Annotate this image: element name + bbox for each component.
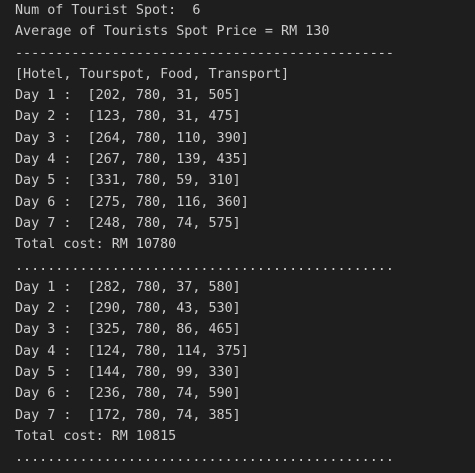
- tourist-spot-count: Num of Tourist Spot: 6: [15, 3, 201, 18]
- plan2-day-row: Day 2 : [290, 780, 43, 530]: [15, 301, 241, 317]
- terminal-output: Num of Tourist Spot: 6 Average of Touris…: [0, 0, 475, 473]
- dot-divider: ........................................…: [15, 450, 394, 466]
- plan2-day-row: Day 7 : [172, 780, 74, 385]: [15, 407, 241, 423]
- plan2-day-row: Day 3 : [325, 780, 86, 465]: [15, 322, 241, 338]
- plan1-day-row: Day 7 : [248, 780, 74, 575]: [15, 215, 241, 231]
- plan2-total-cost: Total cost: RM 10815: [15, 428, 177, 444]
- plan2-day-row: Day 5 : [144, 780, 99, 330]: [15, 365, 241, 381]
- plan1-day-row: Day 6 : [275, 780, 116, 360]: [15, 194, 249, 210]
- plan2-day-row: Day 1 : [282, 780, 37, 580]: [15, 279, 241, 295]
- plan1-day-row: Day 4 : [267, 780, 139, 435]: [15, 152, 249, 168]
- average-price: Average of Tourists Spot Price = RM 130: [15, 24, 330, 40]
- column-header: [Hotel, Tourspot, Food, Transport]: [15, 66, 290, 82]
- plan1-day-row: Day 1 : [202, 780, 31, 505]: [15, 88, 241, 104]
- plan1-day-row: Day 5 : [331, 780, 59, 310]: [15, 173, 241, 189]
- plan1-day-row: Day 3 : [264, 780, 110, 390]: [15, 130, 249, 146]
- plan2-day-row: Day 6 : [236, 780, 74, 590]: [15, 386, 241, 402]
- plan2-day-row: Day 4 : [124, 780, 114, 375]: [15, 343, 249, 359]
- plan1-total-cost: Total cost: RM 10780: [15, 237, 177, 253]
- plan1-day-row: Day 2 : [123, 780, 31, 475]: [15, 109, 241, 125]
- dot-divider: ........................................…: [15, 258, 394, 274]
- dash-divider: ----------------------------------------…: [15, 45, 394, 61]
